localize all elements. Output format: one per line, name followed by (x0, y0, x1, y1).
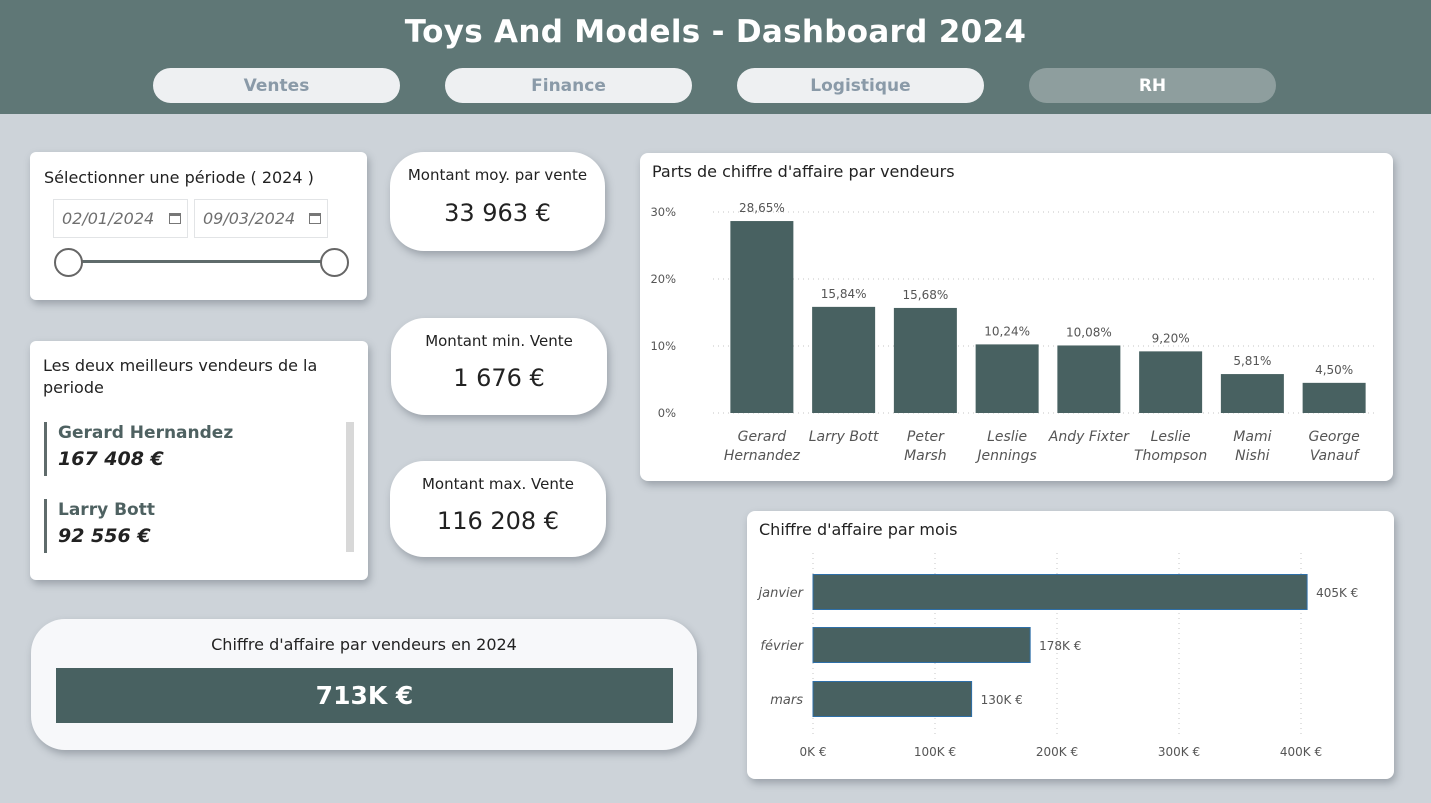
tab-ventes[interactable]: Ventes (153, 68, 400, 103)
bar (893, 307, 957, 413)
end-date-input[interactable]: 09/03/2024 (194, 199, 328, 238)
kpi-max-value: 116 208 € (436, 507, 560, 535)
bar (975, 344, 1039, 413)
x-tick-label: 400K € (1280, 745, 1322, 759)
data-label: 4,50% (1315, 363, 1353, 377)
monthly-revenue-chart: Chiffre d'affaire par mois 0K €100K €200… (747, 511, 1394, 779)
kpi-min-card: Montant min. Vente 1 676 € (391, 318, 607, 415)
date-range-slider[interactable] (70, 260, 334, 263)
data-label: 405K € (1316, 586, 1358, 600)
x-tick-label: Larry Bott (809, 429, 879, 445)
monthly-revenue-chart-svg: 0K € 100K € 200K € 300K € 400K € janvier 405K … (757, 553, 1358, 759)
kpi-max-card: Montant max. Vente 116 208 € (390, 461, 606, 557)
slider-end-handle[interactable] (320, 248, 349, 277)
top-sellers-card: Les deux meilleurs vendeurs de la period… (30, 341, 368, 580)
y-tick-label: 10% (650, 339, 676, 353)
bar (812, 627, 1031, 663)
kpi-min-label: Montant min. Vente (425, 332, 573, 350)
kpi-max-label: Montant max. Vente (421, 475, 574, 493)
start-date-input[interactable]: 02/01/2024 (53, 199, 188, 238)
x-tick-label: Thompson (1134, 448, 1207, 464)
bar (1220, 374, 1284, 413)
x-tick-label: Peter (907, 429, 945, 445)
header-bar: Toys And Models - Dashboard 2024 Ventes … (0, 0, 1431, 114)
calendar-icon[interactable] (169, 213, 181, 224)
y-tick-label: janvier (757, 586, 805, 601)
y-tick-label: 0% (658, 406, 676, 420)
x-tick-label: 0K € (800, 745, 827, 759)
x-tick-label: Jennings (974, 448, 1036, 464)
calendar-icon[interactable] (309, 213, 321, 224)
y-tick-label: 20% (650, 272, 676, 286)
x-tick-label: George (1308, 429, 1359, 445)
total-revenue-card: Chiffre d'affaire par vendeurs en 2024 7… (31, 619, 697, 750)
page-title: Toys And Models - Dashboard 2024 (404, 14, 1027, 50)
y-tick-label: mars (770, 693, 803, 708)
x-tick-label: Vanauf (1310, 448, 1361, 464)
total-revenue-value: 713K € (56, 668, 673, 723)
list-item: Larry Bott 92 556 € (44, 499, 155, 553)
kpi-avg-value: 33 963 € (444, 199, 551, 227)
list-item: Gerard Hernandez 167 408 € (44, 422, 233, 476)
x-tick-label: Hernandez (724, 448, 801, 464)
data-label: 178K € (1039, 639, 1081, 653)
total-revenue-label: Chiffre d'affaire par vendeurs en 2024 (211, 635, 517, 654)
data-label: 28,65% (739, 201, 785, 215)
data-label: 10,24% (984, 324, 1030, 338)
bar (812, 574, 1308, 610)
start-date-value: 02/01/2024 (62, 209, 155, 228)
bar (730, 221, 794, 413)
seller-amount: 167 408 € (58, 448, 164, 470)
kpi-min-value: 1 676 € (453, 364, 545, 392)
x-tick-label: Mami (1233, 429, 1271, 445)
x-tick-label: 300K € (1158, 745, 1200, 759)
y-tick-label: février (760, 639, 804, 654)
bar (1302, 382, 1366, 413)
bar (1139, 351, 1203, 413)
data-label: 9,20% (1152, 331, 1190, 345)
kpi-avg-label: Montant moy. par vente (407, 166, 588, 184)
kpi-avg-card: Montant moy. par vente 33 963 € (390, 152, 605, 251)
seller-name: Gerard Hernandez (58, 423, 234, 443)
data-label: 15,68% (902, 288, 948, 302)
x-tick-label: Andy Fixter (1048, 429, 1130, 445)
seller-name: Larry Bott (58, 500, 155, 520)
bar (812, 306, 876, 413)
period-selector: Sélectionner une période ( 2024 ) 02/01/… (30, 152, 367, 300)
x-tick-label: Leslie (987, 429, 1027, 445)
data-label: 15,84% (821, 287, 867, 301)
x-tick-label: 100K € (914, 745, 956, 759)
data-label: 130K € (981, 693, 1023, 707)
x-tick-label: 200K € (1036, 745, 1078, 759)
data-label: 5,81% (1233, 354, 1271, 368)
seller-share-chart: Parts de chiffre d'affaire par vendeurs … (640, 153, 1393, 481)
x-tick-label: Gerard (738, 429, 787, 445)
seller-share-chart-svg: 0% 10% 20% 30% 28,65% Gerard Hernandez 15,84% La… (650, 201, 1375, 464)
top-sellers-label: Les deux meilleurs vendeurs de la period… (43, 356, 318, 397)
period-label: Sélectionner une période ( 2024 ) (44, 168, 314, 187)
slider-start-handle[interactable] (54, 248, 83, 277)
tab-finance[interactable]: Finance (445, 68, 692, 103)
y-tick-label: 30% (650, 205, 676, 219)
x-tick-label: Nishi (1235, 448, 1270, 464)
end-date-value: 09/03/2024 (203, 209, 296, 228)
seller-amount: 92 556 € (58, 525, 151, 547)
data-label: 10,08% (1066, 325, 1112, 339)
x-tick-label: Leslie (1151, 429, 1191, 445)
tab-logistique[interactable]: Logistique (737, 68, 984, 103)
bar (812, 681, 973, 717)
tab-rh[interactable]: RH (1029, 68, 1276, 103)
x-tick-label: Marsh (904, 448, 947, 464)
bar (1057, 345, 1121, 413)
scrollbar[interactable] (346, 422, 354, 552)
